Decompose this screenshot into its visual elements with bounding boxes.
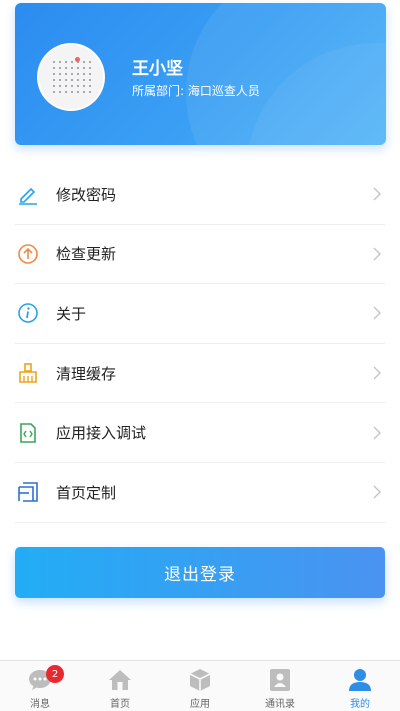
menu-item-about[interactable]: 关于 [15, 284, 385, 344]
menu-item-label: 首页定制 [56, 483, 117, 502]
profile-card[interactable]: 王小坚 所属部门: 海口巡查人员 [15, 3, 386, 145]
avatar-mark [75, 57, 80, 62]
home-icon [108, 668, 132, 692]
box-icon [188, 668, 212, 692]
tab-label: 首页 [110, 699, 130, 710]
menu-item-label: 清理缓存 [56, 364, 117, 383]
menu-item-label: 检查更新 [56, 245, 117, 264]
tab-label: 通讯录 [265, 699, 295, 710]
menu-item-label: 应用接入调试 [56, 424, 147, 443]
unread-badge: 2 [46, 665, 64, 683]
tab-label: 消息 [30, 699, 50, 710]
chevron-right-icon [373, 366, 381, 380]
tab-contacts[interactable]: 通讯录 [240, 661, 320, 711]
department-label: 所属部门: [132, 84, 185, 98]
department-value: 海口巡查人员 [187, 84, 260, 98]
person-icon [348, 668, 372, 692]
chevron-right-icon [373, 426, 381, 440]
layout-icon [16, 480, 40, 504]
menu-item-label: 修改密码 [56, 185, 117, 204]
chevron-right-icon [373, 306, 381, 320]
tab-apps[interactable]: 应用 [160, 661, 240, 711]
contacts-icon [268, 668, 292, 692]
pencil-icon [16, 182, 40, 206]
code-file-icon [16, 421, 40, 445]
menu-item-homepage-custom[interactable]: 首页定制 [15, 463, 385, 523]
broom-icon [16, 361, 40, 385]
menu-item-app-debug[interactable]: 应用接入调试 [15, 403, 385, 463]
menu-item-clear-cache[interactable]: 清理缓存 [15, 344, 385, 404]
menu-item-check-update[interactable]: 检查更新 [15, 225, 385, 285]
logout-button[interactable]: 退出登录 [15, 547, 385, 598]
menu-item-change-password[interactable]: 修改密码 [15, 165, 385, 225]
menu-item-label: 关于 [56, 304, 87, 323]
chevron-right-icon [373, 485, 381, 499]
tab-label: 我的 [350, 699, 370, 710]
avatar[interactable] [37, 43, 105, 111]
bottom-tab-bar: 2 消息 首页 应用 通讯录 我的 [0, 660, 400, 711]
user-department: 所属部门: 海口巡查人员 [132, 82, 260, 99]
tab-mine[interactable]: 我的 [320, 661, 400, 711]
user-name: 王小坚 [132, 59, 183, 79]
avatar-image [51, 59, 95, 93]
tab-label: 应用 [190, 699, 210, 710]
upload-arrow-icon [16, 242, 40, 266]
info-icon [16, 301, 40, 325]
chevron-right-icon [373, 247, 381, 261]
settings-menu: 修改密码 检查更新 关于 清理缓存 应用接入调试 首页定制 [15, 165, 385, 523]
tab-messages[interactable]: 2 消息 [0, 661, 80, 711]
tab-home[interactable]: 首页 [80, 661, 160, 711]
chevron-right-icon [373, 187, 381, 201]
